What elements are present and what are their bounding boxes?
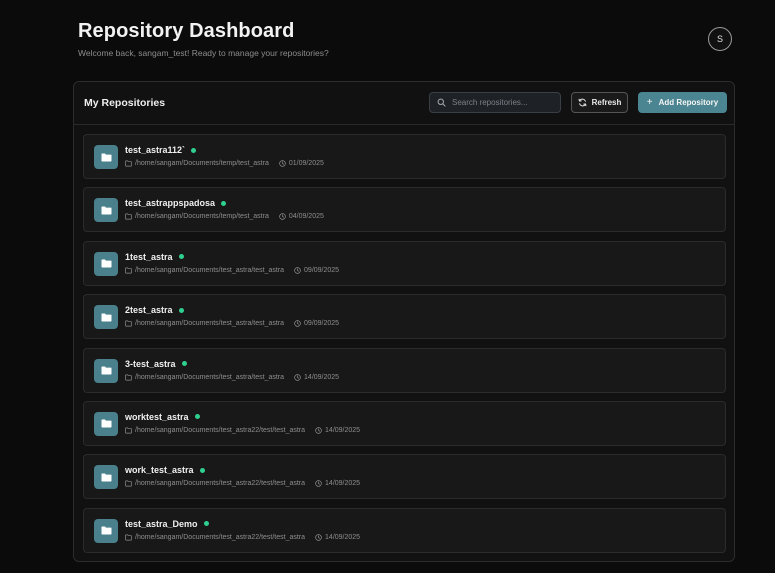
refresh-label: Refresh <box>591 98 622 107</box>
repository-date: 01/09/2025 <box>288 160 324 167</box>
repository-path: /home/sangam/Documents/test_astra22/test… <box>135 426 306 434</box>
status-indicator <box>221 200 227 206</box>
add-repository-button[interactable]: + Add Repository <box>638 92 727 113</box>
clock-icon <box>279 213 286 221</box>
plus-icon: + <box>646 97 653 108</box>
page-title: Repository Dashboard <box>78 20 295 42</box>
search-icon <box>437 98 446 107</box>
folder-outline-icon <box>125 534 132 541</box>
user-avatar[interactable]: S <box>708 27 732 51</box>
repository-name: test_astra112` <box>125 145 186 155</box>
repositories-panel: My Repositories Refresh + Add Repository <box>73 81 735 562</box>
clock-icon <box>294 267 301 274</box>
repository-path: /home/sangam/Documents/test_astra/test_a… <box>135 320 285 328</box>
status-indicator <box>199 467 205 473</box>
folder-icon <box>94 465 118 490</box>
repository-name: 2test_astra <box>125 305 173 316</box>
status-indicator <box>181 361 187 367</box>
repository-card[interactable]: worktest_astra /home/sangam/Documents/te… <box>83 400 726 446</box>
clock-icon <box>294 320 301 327</box>
clock-icon <box>279 160 286 167</box>
folder-outline-icon <box>125 374 132 381</box>
folder-outline-icon <box>125 480 132 487</box>
folder-outline-icon <box>125 213 132 220</box>
folder-icon <box>94 305 118 330</box>
folder-icon <box>94 145 118 169</box>
repository-card[interactable]: work_test_astra /home/sangam/Documents/t… <box>83 454 726 500</box>
refresh-icon <box>578 98 587 107</box>
search-input[interactable] <box>452 98 557 107</box>
welcome-subtitle: Welcome back, sangam_test! Ready to mana… <box>78 48 329 58</box>
repository-card[interactable]: 3-test_astra /home/sangam/Documents/test… <box>83 347 726 393</box>
search-box[interactable] <box>429 92 561 113</box>
repository-date: 14/09/2025 <box>325 480 361 488</box>
repository-path: /home/sangam/Documents/temp/test_astra <box>135 160 269 167</box>
repository-name: work_test_astra <box>125 465 194 476</box>
repository-card[interactable]: 1test_astra /home/sangam/Documents/test_… <box>83 240 726 286</box>
status-indicator <box>191 147 197 153</box>
folder-icon <box>94 198 118 223</box>
clock-icon <box>315 427 322 434</box>
status-indicator <box>178 307 184 313</box>
repository-name: 3-test_astra <box>125 358 176 369</box>
repository-card[interactable]: test_astra_Demo /home/sangam/Documents/t… <box>83 507 726 553</box>
folder-icon <box>94 358 118 383</box>
status-indicator <box>178 254 184 260</box>
folder-outline-icon <box>125 427 132 434</box>
repository-path: /home/sangam/Documents/test_astra22/test… <box>135 480 306 488</box>
repository-name: worktest_astra <box>125 411 189 422</box>
clock-icon <box>294 373 301 381</box>
repository-date: 09/09/2025 <box>304 320 340 328</box>
repository-card[interactable]: test_astrappspadosa /home/sangam/Documen… <box>83 187 726 233</box>
folder-outline-icon <box>125 267 132 274</box>
repository-date: 09/09/2025 <box>304 266 340 274</box>
folder-icon <box>94 411 118 436</box>
repository-date: 14/09/2025 <box>325 533 361 541</box>
repository-path: /home/sangam/Documents/test_astra/test_a… <box>135 266 285 274</box>
folder-icon <box>94 251 118 276</box>
folder-icon <box>94 518 118 543</box>
repository-date: 04/09/2025 <box>288 213 324 221</box>
add-repository-label: Add Repository <box>658 98 719 107</box>
folder-outline-icon <box>125 320 132 327</box>
panel-title: My Repositories <box>84 97 166 109</box>
repository-name: test_astra_Demo <box>125 518 198 529</box>
clock-icon <box>315 480 322 488</box>
repository-card[interactable]: test_astra112` /home/sangam/Documents/te… <box>83 134 726 179</box>
repository-path: /home/sangam/Documents/test_astra/test_a… <box>135 373 285 381</box>
repository-date: 14/09/2025 <box>304 373 340 381</box>
folder-outline-icon <box>125 160 132 167</box>
status-indicator <box>203 521 209 527</box>
repository-path: /home/sangam/Documents/test_astra22/test… <box>135 533 306 541</box>
clock-icon <box>315 533 322 541</box>
status-indicator <box>194 414 200 420</box>
panel-header: My Repositories Refresh + Add Repository <box>74 82 734 125</box>
repository-path: /home/sangam/Documents/temp/test_astra <box>135 213 269 221</box>
repository-date: 14/09/2025 <box>325 426 361 434</box>
page-header: Repository Dashboard Welcome back, sanga… <box>78 19 738 58</box>
refresh-button[interactable]: Refresh <box>571 92 628 113</box>
repository-card[interactable]: 2test_astra /home/sangam/Documents/test_… <box>83 294 726 340</box>
repository-name: test_astrappspadosa <box>125 198 216 209</box>
repository-name: 1test_astra <box>125 251 173 262</box>
repository-list: test_astra112` /home/sangam/Documents/te… <box>83 134 726 561</box>
